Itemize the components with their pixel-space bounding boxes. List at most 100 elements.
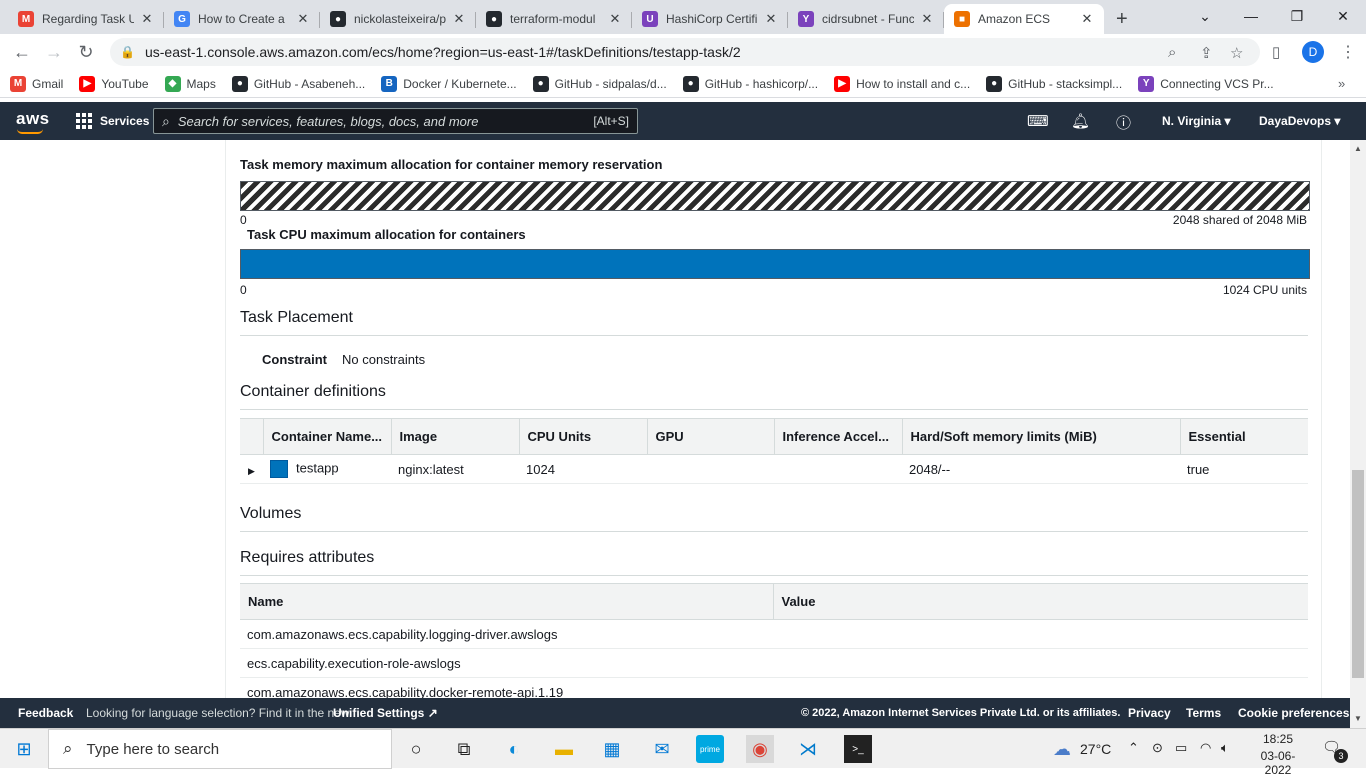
tab-title: cidrsubnet - Func	[822, 12, 914, 26]
help-icon[interactable]: ⓘ	[1116, 112, 1131, 133]
tab-1[interactable]: M Regarding Task U ✕	[8, 4, 164, 34]
tab-4[interactable]: ● terraform-modul ✕	[476, 4, 632, 34]
mail-icon[interactable]: ✉	[648, 735, 676, 763]
bookmarks-overflow-icon[interactable]: »	[1338, 76, 1345, 91]
tab-close-icon[interactable]: ✕	[140, 11, 154, 27]
share-icon[interactable]: ⇪	[1200, 44, 1213, 62]
github-icon: ●	[231, 75, 248, 92]
reload-icon[interactable]: ↻	[70, 36, 102, 68]
tab-title: Regarding Task U	[42, 12, 134, 26]
bookmark-item[interactable]: ● GitHub - stacksimpl...	[986, 75, 1122, 92]
cloudshell-icon[interactable]: ⌨	[1027, 112, 1049, 130]
tab-3[interactable]: ● nickolasteixeira/p ✕	[320, 4, 476, 34]
cortana-icon[interactable]: ○	[402, 735, 430, 763]
page-scrollbar[interactable]: ▲ ▼	[1350, 140, 1366, 728]
notifications-bell-icon[interactable]: 🔔︎	[1071, 112, 1090, 130]
restore-icon[interactable]: ❐	[1274, 0, 1320, 32]
scroll-up-icon[interactable]: ▲	[1354, 144, 1362, 153]
prime-video-icon[interactable]: prime	[696, 735, 724, 763]
expand-row-icon[interactable]: ▶	[240, 454, 263, 484]
tab-7[interactable]: ■ Amazon ECS ✕	[944, 4, 1104, 34]
search-input[interactable]	[177, 113, 578, 129]
tab-close-icon[interactable]: ✕	[920, 11, 934, 27]
column-header[interactable]: Value	[772, 583, 1308, 620]
tab-close-icon[interactable]: ✕	[296, 11, 310, 27]
tray-chevron-icon[interactable]: ⌃	[1128, 740, 1139, 756]
microsoft-store-icon[interactable]: ▦	[598, 735, 626, 763]
cookie-preferences-link[interactable]: Cookie preferences	[1238, 706, 1349, 720]
windows-start-icon[interactable]: ⊞	[10, 735, 38, 763]
wifi-icon[interactable]: ◠	[1200, 740, 1211, 756]
bookmark-item[interactable]: ● GitHub - hashicorp/...	[682, 75, 818, 92]
clock-time[interactable]: 18:25	[1248, 732, 1308, 746]
bookmark-item[interactable]: ▶ YouTube	[79, 75, 149, 92]
tab-5[interactable]: U HashiCorp Certifi ✕	[632, 4, 788, 34]
bookmark-item[interactable]: B Docker / Kubernete...	[381, 75, 517, 92]
services-menu-button[interactable]: Services	[76, 113, 149, 129]
close-window-icon[interactable]: ✕	[1320, 0, 1366, 32]
column-header[interactable]: Name	[240, 583, 773, 620]
tab-title: How to Create a	[198, 12, 285, 26]
bookmarks-bar: M Gmail ▶ YouTube ◆ Maps ● GitHub - Asabeneh...…	[0, 70, 1366, 98]
bookmark-star-icon[interactable]: ☆	[1230, 44, 1243, 62]
edge-icon[interactable]: ◐	[500, 735, 528, 763]
tab-close-icon[interactable]: ✕	[608, 11, 622, 27]
scroll-down-icon[interactable]: ▼	[1354, 714, 1362, 723]
minimize-icon[interactable]: —	[1228, 0, 1274, 32]
bookmark-item[interactable]: ● GitHub - Asabeneh...	[231, 75, 365, 92]
tray-app-icon[interactable]: ⊙	[1152, 740, 1163, 756]
ecs-icon: ■	[954, 11, 970, 27]
bookmark-label: Maps	[186, 76, 216, 91]
chrome-icon[interactable]: ◉	[746, 735, 774, 763]
bookmark-item[interactable]: ▶ How to install and c...	[834, 75, 970, 92]
temperature[interactable]: 27°C	[1080, 741, 1111, 757]
terms-link[interactable]: Terms	[1186, 706, 1221, 720]
task-view-icon[interactable]: ⧉	[450, 735, 478, 763]
column-header[interactable]: Inference Accel...	[773, 418, 902, 455]
terminal-icon[interactable]: >_	[844, 735, 872, 763]
bookmark-item[interactable]: Y Connecting VCS Pr...	[1138, 75, 1274, 92]
bookmark-item[interactable]: ◆ Maps	[164, 75, 216, 92]
file-explorer-icon[interactable]: ▬	[550, 735, 578, 763]
column-header[interactable]: CPU Units	[518, 418, 647, 455]
battery-icon[interactable]: ▭	[1175, 740, 1187, 756]
unified-settings-link[interactable]: Unified Settings ↗	[333, 706, 438, 720]
omnibox[interactable]: 🔒 us-east-1.console.aws.amazon.com/ecs/h…	[110, 38, 1260, 66]
table-row[interactable]: ▶ testapp nginx:latest 1024 2048/-- true	[240, 454, 1308, 484]
region-selector[interactable]: N. Virginia ▾	[1162, 114, 1230, 128]
new-tab-button[interactable]: +	[1106, 4, 1138, 34]
privacy-link[interactable]: Privacy	[1128, 706, 1171, 720]
aws-search-box[interactable]: ⌕ [Alt+S]	[153, 108, 638, 134]
weather-icon[interactable]: ☁	[1048, 735, 1076, 763]
bookmark-item[interactable]: ● GitHub - sidpalas/d...	[532, 75, 667, 92]
clock-date[interactable]: 03-06-2022	[1248, 749, 1308, 777]
tab-close-icon[interactable]: ✕	[1080, 11, 1094, 27]
feedback-link[interactable]: Feedback	[18, 706, 73, 720]
column-header[interactable]: Container Name...	[262, 418, 391, 455]
account-menu[interactable]: DayaDevops ▾	[1259, 114, 1340, 128]
tab-close-icon[interactable]: ✕	[764, 11, 778, 27]
url-text[interactable]: us-east-1.console.aws.amazon.com/ecs/hom…	[145, 44, 741, 60]
tab-close-icon[interactable]: ✕	[452, 11, 466, 27]
side-panel-icon[interactable]: ▯	[1272, 43, 1280, 61]
tab-6[interactable]: Ycidrsubnet - Func ✕	[788, 4, 944, 34]
column-header[interactable]: Image	[390, 418, 519, 455]
taskbar-search-box[interactable]: ⌕ Type here to search	[48, 729, 392, 769]
column-header[interactable]: GPU	[646, 418, 774, 455]
profile-avatar[interactable]: D	[1302, 41, 1324, 63]
back-icon[interactable]: ←	[6, 36, 38, 68]
volume-icon[interactable]: 🔈︎	[1221, 740, 1229, 756]
tab-2[interactable]: G How to Create a ✕	[164, 4, 320, 34]
bookmark-item[interactable]: M Gmail	[10, 75, 63, 92]
scrollbar-thumb[interactable]	[1352, 470, 1364, 678]
forward-icon[interactable]: →	[38, 36, 70, 68]
aws-logo[interactable]: aws	[16, 109, 50, 134]
tab-search-icon[interactable]: ⌄	[1182, 0, 1228, 32]
lock-icon[interactable]: 🔒	[120, 45, 135, 59]
column-header[interactable]: Hard/Soft memory limits (MiB)	[901, 418, 1180, 455]
column-header[interactable]: Essential	[1179, 418, 1308, 455]
menu-dots-icon[interactable]: ⋮	[1340, 42, 1356, 62]
zoom-search-icon[interactable]: ⌕	[1168, 44, 1176, 61]
container-name[interactable]: testapp	[296, 460, 339, 475]
vscode-icon[interactable]: ⋊	[794, 735, 822, 763]
